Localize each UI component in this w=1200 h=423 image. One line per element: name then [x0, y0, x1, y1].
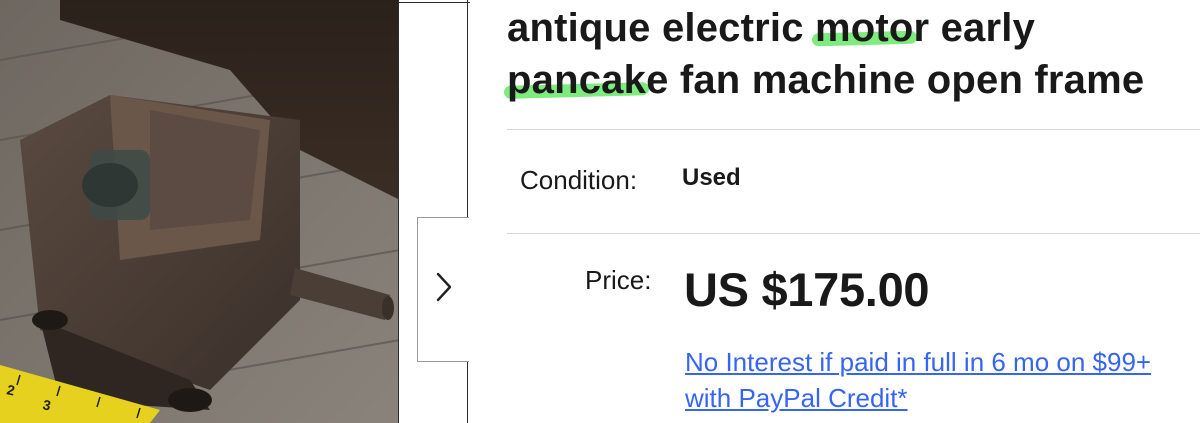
product-photo[interactable]: 2 3	[0, 0, 400, 423]
price-value: US $175.00	[684, 263, 930, 316]
condition-label: Condition:	[520, 165, 638, 195]
title-highlight: moto	[815, 2, 914, 54]
condition-value: Used	[682, 164, 741, 191]
listing-title: antique electric motor early pancake fan…	[507, 2, 1200, 106]
gallery-top-border	[398, 2, 470, 3]
title-text: antique electric	[507, 6, 815, 50]
paypal-credit-link[interactable]: No Interest if paid in full in 6 mo on $…	[685, 344, 1151, 416]
divider	[507, 129, 1200, 130]
divider	[507, 233, 1200, 234]
title-text: e fan machine open frame	[646, 58, 1145, 102]
credit-link-line-2[interactable]: with PayPal Credit*	[685, 380, 1151, 416]
title-highlight: pancak	[507, 54, 646, 106]
title-text: r early	[913, 6, 1036, 50]
chevron-right-icon	[435, 271, 453, 308]
next-image-button[interactable]	[417, 217, 469, 362]
credit-link-line-1[interactable]: No Interest if paid in full in 6 mo on $…	[685, 344, 1151, 380]
price-label: Price:	[585, 265, 652, 295]
